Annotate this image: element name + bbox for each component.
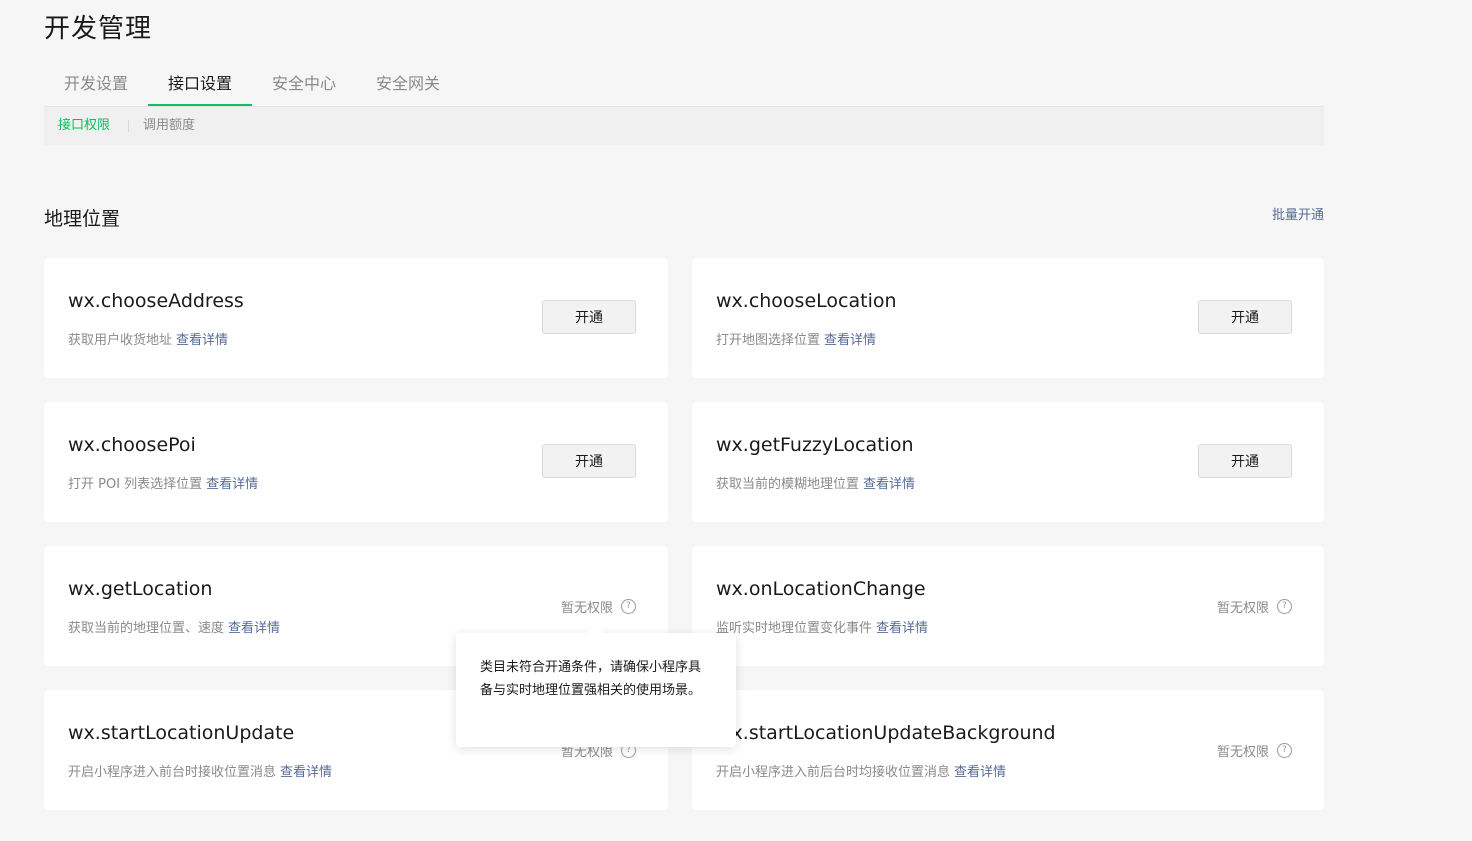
open-button[interactable]: 开通 <box>1198 444 1292 478</box>
page-title: 开发管理 <box>44 14 153 44</box>
open-button[interactable]: 开通 <box>542 444 636 478</box>
no-permission-label: 暂无权限 <box>560 601 613 616</box>
api-name: wx.chooseAddress <box>68 290 244 312</box>
open-button[interactable]: 开通 <box>542 300 636 334</box>
api-card-on-location-change: wx.onLocationChange 监听实时地理位置变化事件 查看详情 暂无权… <box>692 546 1324 666</box>
api-name: wx.getLocation <box>68 578 213 600</box>
api-card-choose-location: wx.chooseLocation 打开地图选择位置 查看详情 开通 <box>692 258 1324 378</box>
subnav-divider <box>128 120 129 132</box>
api-description-text: 监听实时地理位置变化事件 <box>716 621 873 636</box>
no-permission-status: 暂无权限? <box>561 597 636 616</box>
api-description: 监听实时地理位置变化事件 查看详情 <box>716 617 928 636</box>
api-name: wx.startLocationUpdateBackground <box>716 722 1056 744</box>
api-description: 开启小程序进入前台时接收位置消息 查看详情 <box>68 761 332 780</box>
view-details-link[interactable]: 查看详情 <box>954 765 1006 780</box>
api-description-text: 打开 POI 列表选择位置 <box>68 477 203 492</box>
api-description: 打开地图选择位置 查看详情 <box>716 329 876 348</box>
subnav-api-permissions[interactable]: 接口权限 <box>58 107 110 145</box>
section-title: 地理位置 <box>44 208 121 230</box>
no-permission-label: 暂无权限 <box>1216 601 1269 616</box>
api-name: wx.getFuzzyLocation <box>716 434 914 456</box>
sub-navigation: 接口权限 调用额度 <box>44 107 1324 145</box>
tab-security-gateway[interactable]: 安全网关 <box>356 62 460 105</box>
api-description-text: 获取当前的模糊地理位置 <box>716 477 860 492</box>
api-description: 打开 POI 列表选择位置 查看详情 <box>68 473 258 492</box>
tab-bar: 开发设置 接口设置 安全中心 安全网关 <box>44 62 1324 107</box>
api-description-text: 打开地图选择位置 <box>716 333 821 348</box>
permission-tooltip: 类目未符合开通条件，请确保小程序具备与实时地理位置强相关的使用场景。 <box>456 624 736 747</box>
view-details-link[interactable]: 查看详情 <box>228 621 280 636</box>
api-description-text: 获取用户收货地址 <box>68 333 173 348</box>
api-description-text: 获取当前的地理位置、速度 <box>68 621 225 636</box>
tooltip-text: 类目未符合开通条件，请确保小程序具备与实时地理位置强相关的使用场景。 <box>480 660 702 698</box>
api-card-choose-poi: wx.choosePoi 打开 POI 列表选择位置 查看详情 开通 <box>44 402 668 522</box>
api-description: 开启小程序进入前后台时均接收位置消息 查看详情 <box>716 761 1006 780</box>
api-name: wx.onLocationChange <box>716 578 926 600</box>
api-description: 获取当前的模糊地理位置 查看详情 <box>716 473 915 492</box>
api-card-choose-address: wx.chooseAddress 获取用户收货地址 查看详情 开通 <box>44 258 668 378</box>
batch-open-link[interactable]: 批量开通 <box>1272 204 1324 223</box>
api-description: 获取用户收货地址 查看详情 <box>68 329 228 348</box>
api-description: 获取当前的地理位置、速度 查看详情 <box>68 617 280 636</box>
api-description-text: 开启小程序进入前后台时均接收位置消息 <box>716 765 951 780</box>
api-name: wx.chooseLocation <box>716 290 897 312</box>
open-button[interactable]: 开通 <box>1198 300 1292 334</box>
view-details-link[interactable]: 查看详情 <box>824 333 876 348</box>
question-circle-icon[interactable]: ? <box>1277 599 1292 614</box>
api-card-start-location-update-background: wx.startLocationUpdateBackground 开启小程序进入… <box>692 690 1324 810</box>
api-name: wx.startLocationUpdate <box>68 722 295 744</box>
view-details-link[interactable]: 查看详情 <box>280 765 332 780</box>
view-details-link[interactable]: 查看详情 <box>863 477 915 492</box>
no-permission-label: 暂无权限 <box>1216 745 1269 760</box>
view-details-link[interactable]: 查看详情 <box>176 333 228 348</box>
question-circle-icon[interactable]: ? <box>1277 743 1292 758</box>
tab-dev-settings[interactable]: 开发设置 <box>44 62 148 105</box>
view-details-link[interactable]: 查看详情 <box>206 477 258 492</box>
tab-security-center[interactable]: 安全中心 <box>252 62 356 105</box>
subnav-call-quota[interactable]: 调用额度 <box>143 107 195 145</box>
api-description-text: 开启小程序进入前台时接收位置消息 <box>68 765 277 780</box>
no-permission-status: 暂无权限? <box>1217 597 1292 616</box>
tab-api-settings[interactable]: 接口设置 <box>148 62 252 106</box>
api-name: wx.choosePoi <box>68 434 196 456</box>
view-details-link[interactable]: 查看详情 <box>876 621 928 636</box>
question-circle-icon[interactable]: ? <box>621 599 636 614</box>
no-permission-status: 暂无权限? <box>1217 741 1292 760</box>
api-card-get-fuzzy-location: wx.getFuzzyLocation 获取当前的模糊地理位置 查看详情 开通 <box>692 402 1324 522</box>
